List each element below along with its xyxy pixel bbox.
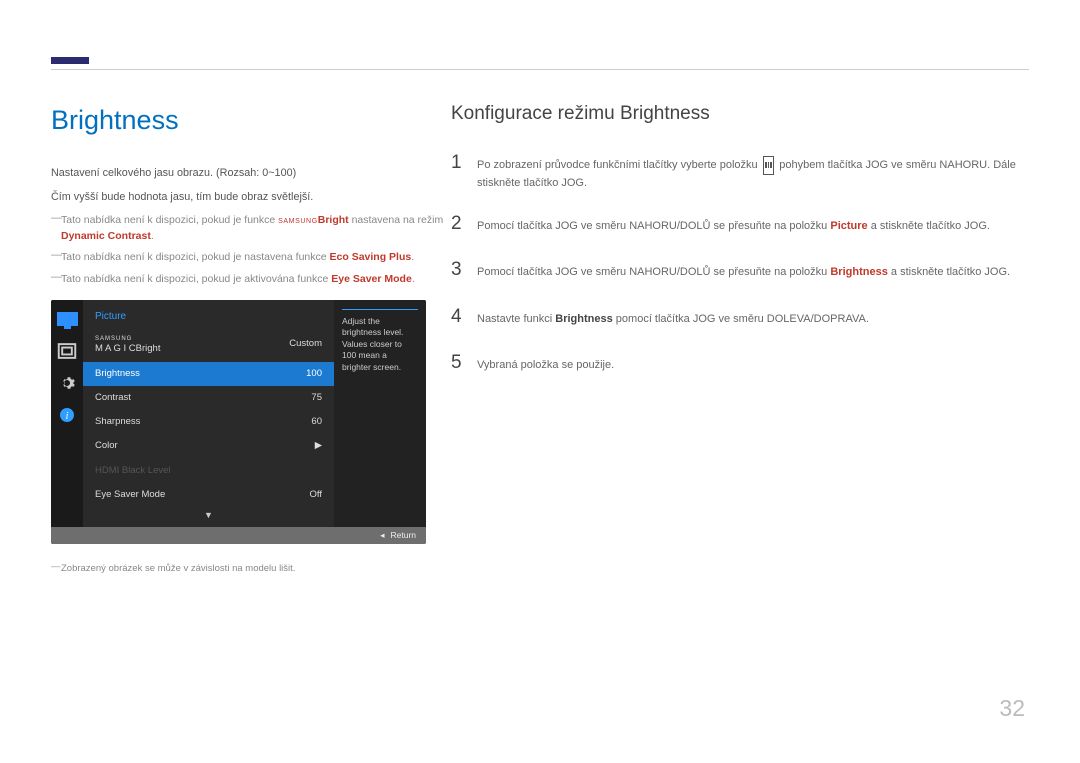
step-bold: Brightness: [555, 313, 612, 325]
note-dynamic-contrast: Tato nabídka není k dispozici, pokud je …: [51, 213, 451, 245]
osd-footer: ◂ Return: [51, 527, 426, 544]
magicbright-suffix: Bright: [136, 343, 161, 354]
brightness-value: 100: [306, 367, 322, 381]
note-text: Tato nabídka není k dispozici, pokud je …: [61, 273, 331, 285]
header-rule: [51, 69, 1029, 70]
note-text: .: [151, 230, 154, 242]
step-number: 4: [451, 303, 465, 332]
frame-icon: [56, 340, 78, 362]
sharpness-value: 60: [311, 415, 322, 429]
osd-tooltip: Adjust the brightness level. Values clos…: [334, 300, 426, 527]
menu-icon: [763, 156, 775, 175]
osd-scroll-down-icon: ▼: [83, 509, 334, 523]
osd-row-eyesaver: Eye Saver Mode Off: [83, 483, 334, 507]
step-2: 2 Pomocí tlačítka JOG ve směru NAHORU/DO…: [451, 210, 1029, 239]
osd-row-magicbright: SAMSUNG M A G I CBright Custom: [83, 332, 334, 362]
note-text: Tato nabídka není k dispozici, pokud je …: [61, 251, 330, 263]
osd-screenshot: i Picture SAMSUNG M A G I CBright Cus: [51, 300, 426, 544]
step-text: Nastavte funkci Brightness pomocí tlačít…: [477, 311, 869, 328]
step-3: 3 Pomocí tlačítka JOG ve směru NAHORU/DO…: [451, 256, 1029, 285]
osd-row-sharpness: Sharpness 60: [83, 410, 334, 434]
magicbright-label: SAMSUNG M A G I CBright: [95, 337, 160, 357]
left-column: Brightness Nastavení celkového jasu obra…: [51, 100, 451, 576]
magicbright-prefix: SAMSUNG: [95, 337, 160, 342]
step-text: Pomocí tlačítka JOG ve směru NAHORU/DOLŮ…: [477, 218, 990, 235]
osd-row-hdmi: HDMI Black Level: [83, 459, 334, 483]
step-5: 5 Vybraná položka se použije.: [451, 349, 1029, 378]
subsection-heading: Konfigurace režimu Brightness: [451, 100, 1029, 129]
step-text: Pomocí tlačítka JOG ve směru NAHORU/DOLŮ…: [477, 264, 1010, 281]
step-number: 1: [451, 149, 465, 178]
osd-tip-accent: [342, 309, 418, 310]
monitor-icon: [56, 308, 78, 330]
osd-row-contrast: Contrast 75: [83, 386, 334, 410]
note-eco-saving: Tato nabídka není k dispozici, pokud je …: [51, 250, 451, 266]
section-heading: Brightness: [51, 100, 451, 141]
contrast-value: 75: [311, 391, 322, 405]
step-highlight: Brightness: [830, 266, 887, 278]
osd-sidebar: i: [51, 300, 83, 527]
steps-list: 1 Po zobrazení průvodce funkčními tlačít…: [451, 149, 1029, 378]
page-number: 32: [999, 691, 1025, 726]
osd-title: Picture: [83, 304, 334, 332]
osd-row-color: Color ▶: [83, 434, 334, 458]
info-icon: i: [56, 404, 78, 426]
note-text: .: [412, 273, 415, 285]
magic-prefix: SAMSUNG: [278, 218, 318, 225]
magicbright-value: Custom: [289, 337, 322, 357]
sharpness-label: Sharpness: [95, 415, 140, 429]
step-text: Po zobrazení průvodce funkčními tlačítky…: [477, 156, 1029, 192]
header-accent-bar: [51, 57, 89, 64]
note-text: .: [411, 251, 414, 263]
step-highlight: Picture: [830, 220, 867, 232]
step-text: Vybraná položka se použije.: [477, 357, 614, 374]
return-arrow-icon: ◂: [380, 529, 384, 542]
eyesaver-label: Eye Saver Mode: [95, 488, 165, 502]
note-text: nastavena na režim: [352, 214, 444, 226]
return-label: Return: [390, 529, 416, 542]
intro-paragraph-1: Nastavení celkového jasu obrazu. (Rozsah…: [51, 165, 451, 181]
svg-text:i: i: [66, 411, 69, 422]
color-label: Color: [95, 439, 118, 453]
contrast-label: Contrast: [95, 391, 131, 405]
osd-row-brightness: Brightness 100: [83, 362, 334, 386]
hdmi-label: HDMI Black Level: [95, 464, 171, 478]
step-4: 4 Nastavte funkci Brightness pomocí tlač…: [451, 303, 1029, 332]
note-red: Eco Saving Plus: [330, 251, 412, 263]
magicbright-brand: M A G I C: [95, 343, 136, 354]
eyesaver-value: Off: [310, 488, 323, 502]
note-magic-bright: SAMSUNGBright: [278, 214, 349, 226]
step-number: 2: [451, 210, 465, 239]
step-number: 5: [451, 349, 465, 378]
note-eye-saver: Tato nabídka není k dispozici, pokud je …: [51, 272, 451, 288]
intro-paragraph-2: Čím vyšší bude hodnota jasu, tím bude ob…: [51, 189, 451, 205]
osd-menu: Picture SAMSUNG M A G I CBright Custom B…: [83, 300, 334, 527]
brightness-label: Brightness: [95, 367, 140, 381]
note-text: Tato nabídka není k dispozici, pokud je …: [61, 214, 278, 226]
note-red: Dynamic Contrast: [61, 230, 151, 242]
screenshot-caption: Zobrazený obrázek se může v závislosti n…: [51, 562, 451, 576]
magic-suffix: Bright: [318, 214, 349, 226]
color-arrow-icon: ▶: [315, 439, 322, 453]
step-number: 3: [451, 256, 465, 285]
note-red: Eye Saver Mode: [331, 273, 412, 285]
gear-icon: [56, 372, 78, 394]
osd-tip-text: Adjust the brightness level. Values clos…: [342, 316, 403, 372]
right-column: Konfigurace režimu Brightness 1 Po zobra…: [451, 100, 1029, 576]
step-1: 1 Po zobrazení průvodce funkčními tlačít…: [451, 149, 1029, 192]
